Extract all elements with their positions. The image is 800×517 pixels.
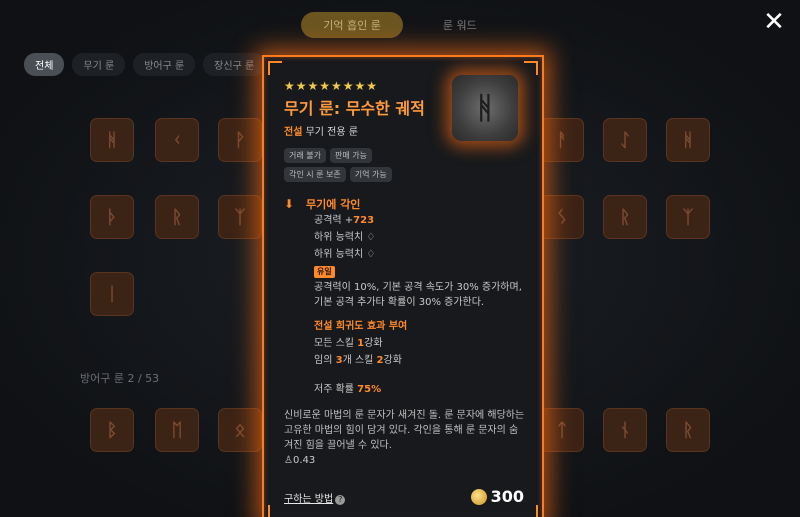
engrave-header: ⬇ 무기에 각인: [284, 196, 526, 212]
rune-icon: ᚨ: [540, 118, 584, 162]
rune-icon: ᛏ: [540, 408, 584, 452]
skill-line-2-mid: 개 스킬: [342, 355, 377, 366]
weight-value: 0.43: [292, 455, 316, 466]
weight-line: ♙0.43: [284, 455, 526, 466]
filter-bar: 전체 무기 룬 방어구 룬 장신구 룬: [24, 53, 266, 76]
star-rating: ★★★★★★★★: [284, 79, 379, 93]
tab-rune-word[interactable]: 룬 워드: [421, 12, 499, 38]
frame-corner: [524, 61, 538, 75]
sub-stat-1: 하위 능력치 ♢: [314, 232, 376, 243]
rune-item[interactable]: ᚨ: [540, 118, 588, 188]
skill-line-2: 임의 3개 스킬 2강화: [314, 352, 526, 369]
price: 300: [470, 487, 524, 506]
tag-list: 거래 불가 판매 가능 각인 시 룬 보존 기억 가능: [284, 148, 424, 182]
rune-icon: ᚹ: [218, 118, 262, 162]
rune-title: 무기 룬: 무수한 궤적: [284, 99, 425, 118]
attack-value: 723: [353, 215, 375, 226]
rune-detail-modal: ᚻ ★★★★★★★★ 무기 룬: 무수한 궤적 전설 무기 전용 룬 거래 불가…: [262, 55, 544, 517]
rune-icon: ᛉ: [666, 195, 710, 239]
rune-icon: ᚱ: [666, 408, 710, 452]
tag-memorable: 기억 가능: [349, 167, 392, 182]
stat-list: 공격력 +723 하위 능력치 ♢ 하위 능력치 ♢ 유일 공격력이 10%, …: [314, 212, 526, 398]
rune-description: 신비로운 마법의 룬 문자가 새겨진 돌. 룬 문자에 해당하는 고유한 마법의…: [284, 410, 525, 451]
rune-item[interactable]: ᛒ: [90, 408, 138, 478]
curse-line: 저주 확률 75%: [314, 381, 526, 398]
rune-item[interactable]: ᛖ: [155, 408, 203, 478]
rune-icon: ᛁ: [90, 272, 134, 316]
rune-item[interactable]: ᚾ: [603, 408, 651, 478]
rune-item[interactable]: ᚲ: [155, 118, 203, 188]
rune-icon: ᚱ: [603, 195, 647, 239]
rune-icon: ᚦ: [90, 195, 134, 239]
rune-icon: ᚻ: [90, 118, 134, 162]
rune-item[interactable]: ᚻ: [666, 118, 714, 188]
rune-item[interactable]: ᛁ: [90, 272, 138, 342]
skill-line-1-pre: 모든 스킬: [314, 338, 358, 349]
attack-label: 공격력 +: [314, 215, 354, 226]
filter-armor[interactable]: 방어구 룬: [133, 53, 196, 76]
help-icon[interactable]: ?: [335, 495, 346, 505]
rune-icon: ᚲ: [155, 118, 199, 162]
rune-item[interactable]: ᛉ: [666, 195, 714, 265]
modal-footer: 구하는 방법? 300: [284, 487, 524, 506]
unique-effect: 공격력이 10%, 기본 공격 속도가 30% 증가하며, 기본 공격 추가타 …: [314, 282, 522, 308]
filter-accessory[interactable]: 장신구 룬: [203, 53, 266, 76]
sub-stat-2: 하위 능력치 ♢: [314, 249, 376, 260]
rune-item[interactable]: ᛇ: [603, 118, 651, 188]
skill-line-1: 모든 스킬 1강화: [314, 335, 526, 352]
rune-icon: ᛇ: [603, 118, 647, 162]
rune-icon: ᚻ: [666, 118, 710, 162]
legend-title: 전설 희귀도 효과 부여: [314, 321, 408, 332]
rune-grade: 전설: [284, 127, 303, 138]
price-value: 300: [490, 487, 524, 506]
rune-icon: ᛊ: [540, 195, 584, 239]
obtain-label[interactable]: 구하는 방법: [284, 494, 333, 505]
coin-icon: [470, 488, 487, 505]
rune-item[interactable]: ᚱ: [155, 195, 203, 265]
top-tab-bar: 기억 흡인 룬 룬 워드: [0, 12, 800, 38]
rune-item[interactable]: ᛏ: [540, 408, 588, 478]
skill-line-2-pre: 임의: [314, 355, 336, 366]
download-icon: ⬇: [284, 197, 295, 211]
filter-all[interactable]: 전체: [24, 53, 65, 76]
rune-icon: ᛉ: [218, 195, 262, 239]
rune-icon: ᚾ: [603, 408, 647, 452]
rune-item[interactable]: ᛟ: [218, 408, 266, 478]
weight-icon: ♙: [284, 455, 293, 466]
rune-type: 무기 전용 룬: [305, 127, 358, 138]
filter-weapon[interactable]: 무기 룬: [72, 53, 126, 76]
obtain-link[interactable]: 구하는 방법?: [284, 487, 346, 506]
section-armor-count: 방어구 룬 2 / 53: [80, 372, 160, 385]
frame-corner: [268, 61, 282, 75]
rune-item[interactable]: ᚹ: [218, 118, 266, 188]
stat-attack: 공격력 +723: [314, 212, 526, 229]
tag-sellable: 판매 가능: [329, 148, 372, 163]
rune-subtitle: 전설 무기 전용 룬: [284, 123, 526, 138]
curse-value: 75%: [357, 384, 382, 395]
unique-badge: 유일: [314, 266, 335, 278]
skill-line-1-post: 강화: [364, 338, 383, 349]
rune-item[interactable]: ᚱ: [603, 195, 651, 265]
rune-icon: ᛟ: [218, 408, 262, 452]
engrave-title: 무기에 각인: [306, 198, 361, 211]
skill-line-2-num: 3: [335, 355, 343, 366]
rune-icon: ᚱ: [155, 195, 199, 239]
skill-line-2-num2: 2: [376, 355, 384, 366]
rune-item[interactable]: ᚻ: [90, 118, 138, 188]
tag-no-trade: 거래 불가: [284, 148, 326, 163]
rune-item[interactable]: ᛉ: [218, 195, 266, 265]
rune-icon: ᛒ: [90, 408, 134, 452]
frame-corner: [524, 505, 538, 517]
skill-line-2-post: 강화: [383, 355, 402, 366]
tab-memory-rune[interactable]: 기억 흡인 룬: [301, 12, 403, 38]
rune-item[interactable]: ᚦ: [90, 195, 138, 265]
rune-item[interactable]: ᛊ: [540, 195, 588, 265]
rune-icon: ᛖ: [155, 408, 199, 452]
tag-preserve: 각인 시 룬 보존: [284, 167, 346, 182]
close-icon[interactable]: ✕: [762, 9, 786, 35]
curse-label: 저주 확률: [314, 384, 358, 395]
frame-corner: [268, 505, 282, 517]
rune-item[interactable]: ᚱ: [666, 408, 714, 478]
